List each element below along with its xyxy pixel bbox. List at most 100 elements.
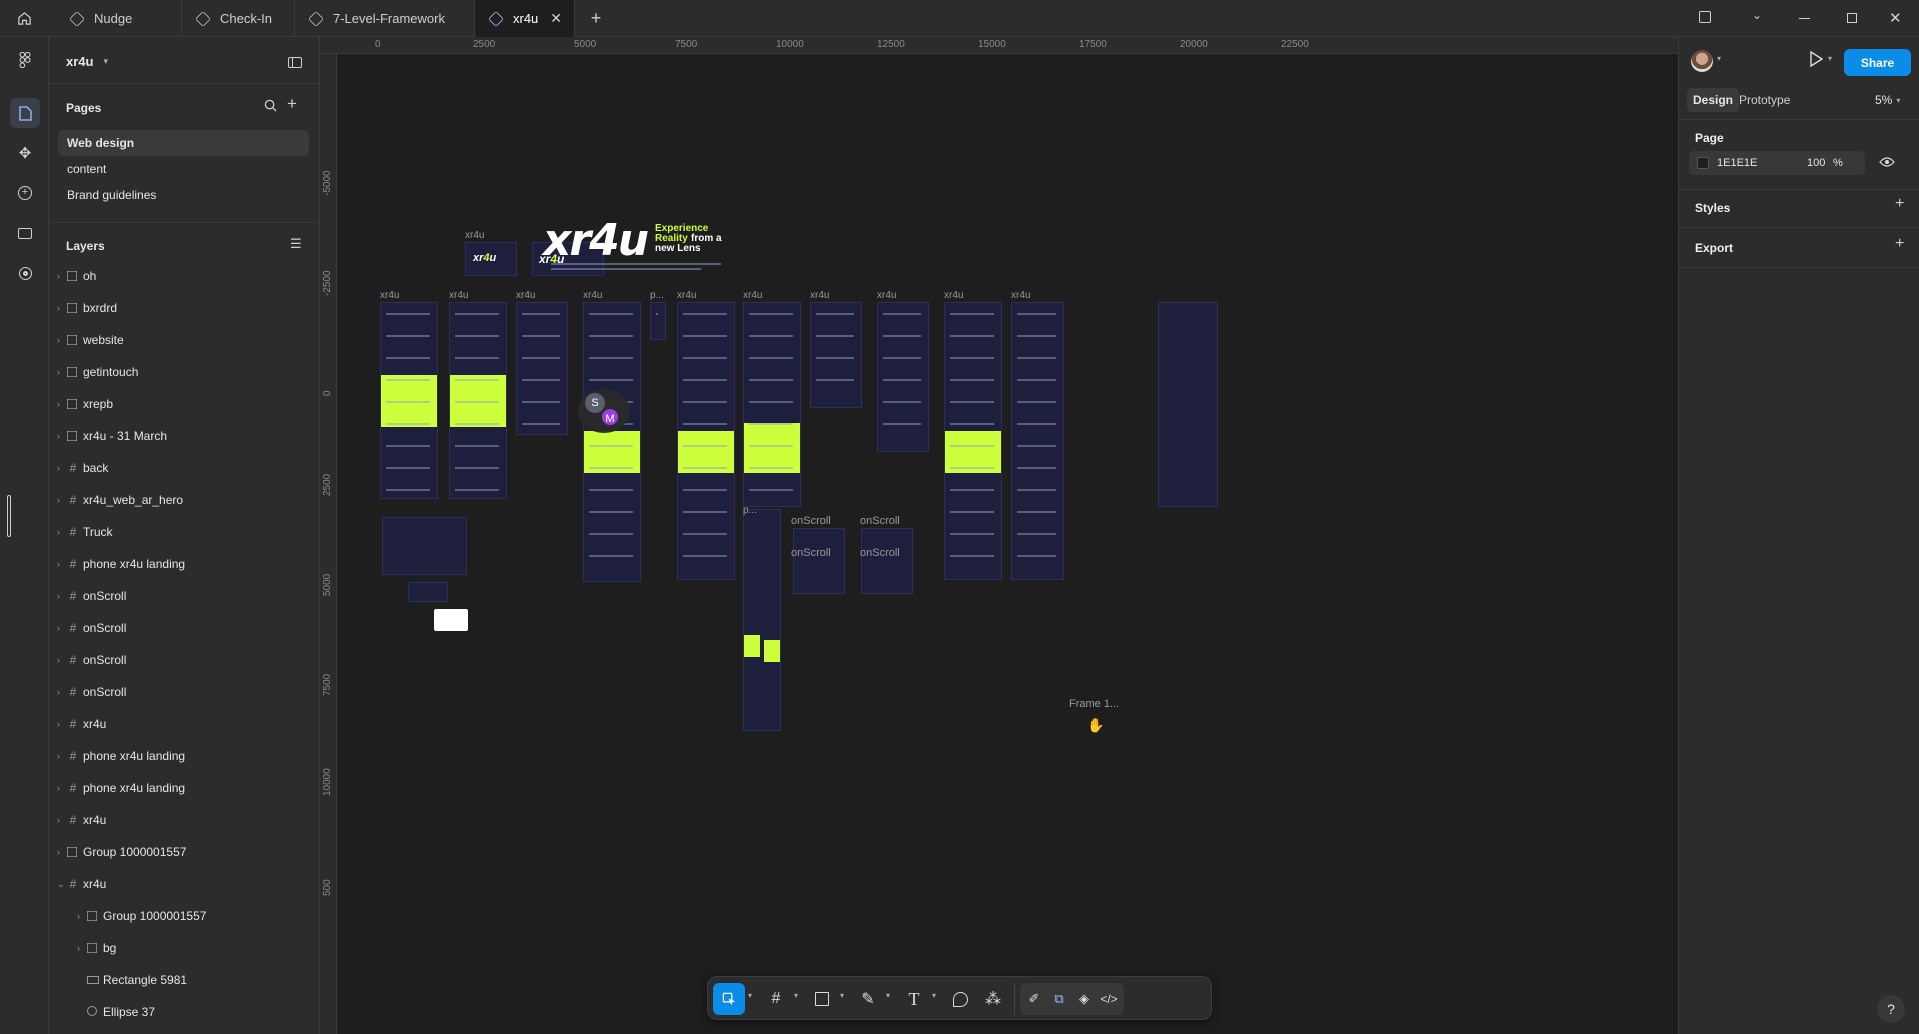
tab-design[interactable]: Design xyxy=(1687,88,1740,112)
chevron-right-icon[interactable]: › xyxy=(57,623,60,633)
chevron-right-icon[interactable]: › xyxy=(57,303,60,313)
chevron-right-icon[interactable]: › xyxy=(57,719,60,729)
chevron-right-icon[interactable]: › xyxy=(57,431,60,441)
layer-row[interactable]: › xr4u - 31 March xyxy=(49,420,320,452)
page-item-content[interactable]: content xyxy=(58,156,309,182)
design-frame[interactable] xyxy=(1158,302,1218,507)
layer-row[interactable]: › # xr4u xyxy=(49,708,320,740)
chevron-right-icon[interactable]: › xyxy=(57,591,60,601)
chevron-right-icon[interactable]: › xyxy=(77,911,80,921)
layer-row[interactable]: › # Truck xyxy=(49,516,320,548)
chevron-down-icon[interactable]: ▾ xyxy=(886,991,890,1000)
layer-row[interactable]: › xrepb xyxy=(49,388,320,420)
visibility-toggle[interactable] xyxy=(1879,156,1895,171)
design-frame[interactable] xyxy=(1011,302,1064,580)
shape-tool-button[interactable] xyxy=(807,983,837,1015)
background-hex[interactable]: 1E1E1E xyxy=(1717,157,1757,169)
chevron-right-icon[interactable]: › xyxy=(57,783,60,793)
layer-row[interactable]: › Group 1000001557 xyxy=(49,836,320,868)
onscroll-frame[interactable] xyxy=(793,528,845,594)
draw-mode-button[interactable]: ✐ xyxy=(1022,983,1046,1015)
chevron-down-icon[interactable]: ⌄ xyxy=(1752,8,1762,22)
chevron-right-icon[interactable]: › xyxy=(57,463,60,473)
layer-row[interactable]: › website xyxy=(49,324,320,356)
minimize-icon[interactable] xyxy=(1799,18,1810,19)
add-export-button[interactable]: + xyxy=(1895,235,1904,253)
hero-logo[interactable]: xr4u Experience Reality from a new Lens xyxy=(543,215,743,275)
design-frame[interactable] xyxy=(650,302,666,340)
layer-row[interactable]: › getintouch xyxy=(49,356,320,388)
comment-tool-button[interactable] xyxy=(945,983,975,1015)
help-button[interactable]: ? xyxy=(1877,995,1905,1023)
design-frame[interactable] xyxy=(449,302,507,499)
chevron-down-icon[interactable]: ▾ xyxy=(840,991,844,1000)
restore-icon[interactable] xyxy=(1847,13,1857,23)
design-frame[interactable] xyxy=(382,517,467,575)
page-item-web-design[interactable]: Web design xyxy=(58,130,309,156)
layer-row[interactable]: › # xr4u_web_ar_hero xyxy=(49,484,320,516)
avatar-m[interactable]: M xyxy=(600,407,620,427)
layer-row[interactable]: › # onScroll xyxy=(49,612,320,644)
chevron-right-icon[interactable]: › xyxy=(57,847,60,857)
design-frame[interactable] xyxy=(877,302,929,452)
page-item-brand-guidelines[interactable]: Brand guidelines xyxy=(58,182,309,208)
add-style-button[interactable]: + xyxy=(1895,195,1904,213)
settings-button[interactable] xyxy=(10,258,40,288)
layer-row[interactable]: › # phone xr4u landing xyxy=(49,548,320,580)
layer-row[interactable]: › bxrdrd xyxy=(49,292,320,324)
tab-7-level-framework[interactable]: 7-Level-Framework xyxy=(295,0,475,37)
chevron-down-icon[interactable]: ▾ xyxy=(794,991,798,1000)
toggle-sidebar-button[interactable] xyxy=(288,57,302,68)
present-button[interactable] xyxy=(1809,50,1824,70)
design-frame-tall[interactable] xyxy=(743,509,781,731)
pen-tool-button[interactable]: ✎ xyxy=(853,983,883,1015)
tab-xr4u[interactable]: xr4u ✕ xyxy=(475,0,575,37)
code-button[interactable]: </> xyxy=(1097,983,1121,1015)
actions-tool-button[interactable]: ⁂ xyxy=(978,983,1008,1015)
file-pages-button[interactable] xyxy=(10,98,40,128)
search-pages-button[interactable] xyxy=(264,99,277,115)
chevron-right-icon[interactable]: › xyxy=(57,815,60,825)
dev-mode-button[interactable]: ◈ xyxy=(1072,983,1096,1015)
text-tool-button[interactable]: T xyxy=(899,983,929,1015)
design-mode-button[interactable]: ⧉ xyxy=(1047,983,1071,1015)
layer-row[interactable]: › # onScroll xyxy=(49,676,320,708)
chevron-right-icon[interactable]: › xyxy=(57,751,60,761)
chevron-right-icon[interactable]: › xyxy=(57,271,60,281)
share-button[interactable]: Share xyxy=(1844,49,1911,76)
chevron-down-icon[interactable]: ▾ xyxy=(932,991,936,1000)
canvas[interactable]: 0 2500 5000 7500 10000 12500 15000 17500 20000 22… xyxy=(320,37,1678,1034)
move-tool-button[interactable] xyxy=(713,983,745,1015)
tab-prototype[interactable]: Prototype xyxy=(1739,93,1790,107)
chevron-right-icon[interactable]: › xyxy=(57,559,60,569)
save-offline-icon[interactable] xyxy=(1699,11,1711,23)
frame-tool-button[interactable]: # xyxy=(761,983,791,1015)
file-name-button[interactable]: xr4u ▾ xyxy=(66,54,108,69)
design-frame[interactable] xyxy=(810,302,862,408)
color-swatch[interactable] xyxy=(1697,157,1709,169)
add-page-button[interactable]: + xyxy=(287,94,297,114)
collapse-layers-icon[interactable]: ☰ xyxy=(290,236,302,252)
frame-xr4u-small-1[interactable]: xr4u xyxy=(465,242,517,276)
layer-row[interactable]: Rectangle 5981 xyxy=(49,964,320,996)
chevron-right-icon[interactable]: › xyxy=(57,655,60,665)
design-frame[interactable] xyxy=(743,302,801,507)
design-frame[interactable] xyxy=(380,302,438,499)
chevron-right-icon[interactable]: › xyxy=(57,687,60,697)
chevron-down-icon[interactable]: ▾ xyxy=(748,991,752,1000)
onscroll-frame[interactable] xyxy=(861,528,913,594)
zoom-dropdown[interactable]: 5% ▾ xyxy=(1875,93,1900,107)
layer-row[interactable]: › bg xyxy=(49,932,320,964)
chevron-right-icon[interactable]: › xyxy=(57,367,60,377)
chevron-down-icon[interactable]: ▾ xyxy=(1717,54,1721,63)
design-frame[interactable] xyxy=(944,302,1002,580)
chevron-down-icon[interactable]: ▾ xyxy=(1828,54,1832,63)
layer-row[interactable]: › # onScroll xyxy=(49,644,320,676)
chevron-right-icon[interactable]: › xyxy=(77,943,80,953)
tab-nudge[interactable]: Nudge xyxy=(56,0,182,37)
chevron-right-icon[interactable]: › xyxy=(57,495,60,505)
layer-row[interactable]: › # phone xr4u landing xyxy=(49,772,320,804)
chevron-down-icon[interactable]: ⌄ xyxy=(57,879,65,890)
layer-row[interactable]: › # onScroll xyxy=(49,580,320,612)
chevron-right-icon[interactable]: › xyxy=(57,399,60,409)
